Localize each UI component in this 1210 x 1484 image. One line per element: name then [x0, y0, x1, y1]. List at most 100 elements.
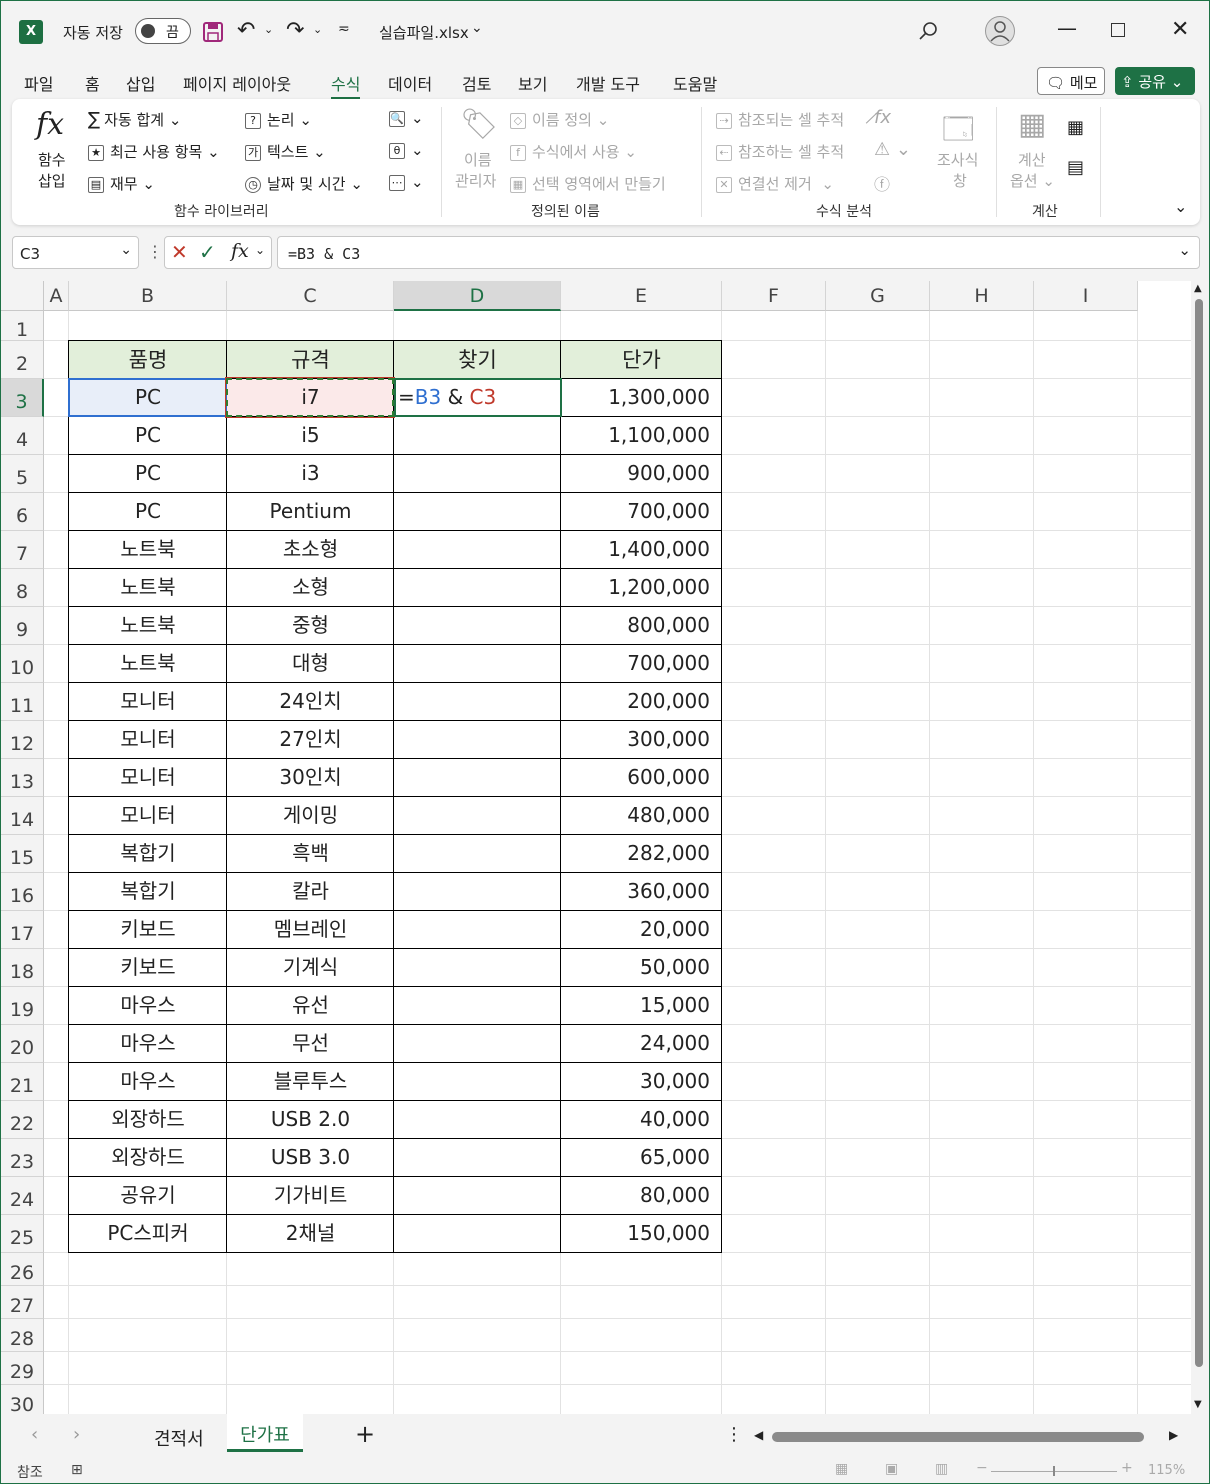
table-cell[interactable]: 600,000 [561, 759, 722, 797]
column-header-B[interactable]: B [69, 281, 227, 311]
page-break-view-icon[interactable]: ▥ [935, 1461, 948, 1477]
calculate-now-icon[interactable]: ▦ [1067, 117, 1084, 138]
table-cell[interactable]: 중형 [227, 607, 394, 645]
customize-qat-icon[interactable]: ≂ [338, 21, 350, 37]
more-functions-button[interactable]: ⋯ ⌄ [389, 173, 424, 191]
save-icon[interactable] [202, 21, 224, 43]
table-cell[interactable]: 700,000 [561, 493, 722, 531]
row-header-15[interactable]: 15 [1, 835, 44, 873]
evaluate-formula-icon[interactable]: ⓕ [874, 171, 890, 195]
table-cell[interactable] [394, 873, 561, 911]
table-cell[interactable]: 480,000 [561, 797, 722, 835]
table-cell[interactable]: 노트북 [69, 531, 227, 569]
insert-function-icon[interactable]: fx [231, 240, 249, 262]
table-cell[interactable]: 50,000 [561, 949, 722, 987]
column-header-C[interactable]: C [227, 281, 394, 311]
row-header-18[interactable]: 18 [1, 949, 44, 987]
sheet-tab-estimate[interactable]: 견적서 [154, 1425, 204, 1451]
enter-icon[interactable]: ✓ [199, 240, 216, 264]
table-cell[interactable]: 700,000 [561, 645, 722, 683]
row-header-9[interactable]: 9 [1, 607, 44, 645]
account-avatar[interactable] [985, 16, 1015, 46]
table-cell[interactable]: USB 3.0 [227, 1139, 394, 1177]
table-cell[interactable]: 800,000 [561, 607, 722, 645]
vertical-scroll-thumb[interactable] [1195, 299, 1203, 1367]
tab-review[interactable]: 검토 [462, 71, 491, 95]
table-cell[interactable]: 27인치 [227, 721, 394, 759]
table-cell[interactable] [394, 1025, 561, 1063]
column-header-G[interactable]: G [826, 281, 930, 311]
tab-data[interactable]: 데이터 [388, 71, 432, 95]
table-cell[interactable]: 외장하드 [69, 1139, 227, 1177]
column-header-E[interactable]: E [561, 281, 722, 311]
row-header-6[interactable]: 6 [1, 493, 44, 531]
expand-formula-icon[interactable]: ⌄ [1178, 241, 1191, 259]
table-cell[interactable]: 900,000 [561, 455, 722, 493]
table-cell[interactable]: 노트북 [69, 569, 227, 607]
name-box[interactable]: C3 ⌄ [12, 236, 139, 269]
table-cell[interactable]: 마우스 [69, 1063, 227, 1101]
name-box-dropdown-icon[interactable]: ⌄ [120, 242, 132, 258]
table-cell[interactable]: 80,000 [561, 1177, 722, 1215]
recent-used-button[interactable]: ★ 최근 사용 항목 ⌄ [88, 141, 220, 162]
table-cell[interactable] [394, 721, 561, 759]
table-cell[interactable]: Pentium [227, 493, 394, 531]
watch-window-label-2[interactable]: 창 [953, 170, 967, 191]
table-cell[interactable]: 24인치 [227, 683, 394, 721]
row-header-14[interactable]: 14 [1, 797, 44, 835]
table-cell[interactable]: 360,000 [561, 873, 722, 911]
table-cell[interactable] [394, 531, 561, 569]
table-cell[interactable]: 2채널 [227, 1215, 394, 1253]
share-button[interactable]: ⇪ 공유 ⌄ [1115, 67, 1195, 95]
calculator-icon[interactable]: ▦ [1018, 107, 1046, 142]
tab-insert[interactable]: 삽입 [126, 71, 155, 95]
row-header-24[interactable]: 24 [1, 1177, 44, 1215]
undo-icon[interactable]: ↶ [237, 18, 255, 43]
table-cell[interactable]: PC스피커 [69, 1215, 227, 1253]
table-cell[interactable]: 기계식 [227, 949, 394, 987]
table-cell[interactable] [394, 1215, 561, 1253]
row-header-4[interactable]: 4 [1, 417, 44, 455]
trace-precedents-button[interactable]: ⇢ 참조되는 셀 추적 [716, 109, 844, 130]
table-header-cell[interactable]: 품명 [69, 341, 227, 379]
normal-view-icon[interactable]: ▦ [835, 1461, 848, 1477]
maximize-icon[interactable] [1111, 23, 1125, 37]
table-cell[interactable]: 모니터 [69, 759, 227, 797]
calc-options-label-2[interactable]: 옵션 ⌄ [1010, 170, 1055, 191]
table-cell[interactable]: 300,000 [561, 721, 722, 759]
sheet-tab-pricelist[interactable]: 단가표 [227, 1414, 303, 1452]
define-name-button[interactable]: ◇ 이름 정의 ⌄ [510, 109, 609, 130]
row-header-20[interactable]: 20 [1, 1025, 44, 1063]
table-cell[interactable] [394, 1177, 561, 1215]
cancel-icon[interactable]: ✕ [171, 240, 188, 264]
table-cell[interactable] [394, 455, 561, 493]
tab-view[interactable]: 보기 [518, 71, 547, 95]
row-header-10[interactable]: 10 [1, 645, 44, 683]
scroll-down-icon[interactable]: ▼ [1194, 1399, 1202, 1410]
text-button[interactable]: 가 텍스트 ⌄ [245, 141, 326, 162]
financial-button[interactable]: ▤ 재무 ⌄ [88, 173, 155, 194]
table-cell[interactable]: 30인치 [227, 759, 394, 797]
table-cell[interactable]: 150,000 [561, 1215, 722, 1253]
row-header-16[interactable]: 16 [1, 873, 44, 911]
zoom-out-icon[interactable]: − [976, 1460, 988, 1476]
logical-button[interactable]: ? 논리 ⌄ [245, 109, 312, 130]
insert-function-label-2[interactable]: 삽입 [38, 170, 66, 191]
trace-dependents-button[interactable]: ⇠ 참조하는 셀 추적 [716, 141, 844, 162]
active-cell-editor[interactable]: =B3 & C3 [394, 378, 562, 417]
row-header-22[interactable]: 22 [1, 1101, 44, 1139]
table-cell[interactable]: 40,000 [561, 1101, 722, 1139]
table-cell[interactable]: 1,100,000 [561, 417, 722, 455]
table-cell[interactable]: USB 2.0 [227, 1101, 394, 1139]
row-header-8[interactable]: 8 [1, 569, 44, 607]
accessibility-icon[interactable]: ⊞ [71, 1462, 83, 1478]
math-button[interactable]: θ ⌄ [389, 141, 424, 159]
table-cell[interactable]: PC [69, 455, 227, 493]
row-header-30[interactable]: 30 [1, 1385, 44, 1414]
row-header-28[interactable]: 28 [1, 1319, 44, 1352]
row-header-3[interactable]: 3 [1, 379, 44, 417]
table-cell[interactable]: 게이밍 [227, 797, 394, 835]
calculate-sheet-icon[interactable]: ▤ [1067, 157, 1084, 178]
table-cell[interactable]: 20,000 [561, 911, 722, 949]
tab-help[interactable]: 도움말 [673, 71, 717, 95]
